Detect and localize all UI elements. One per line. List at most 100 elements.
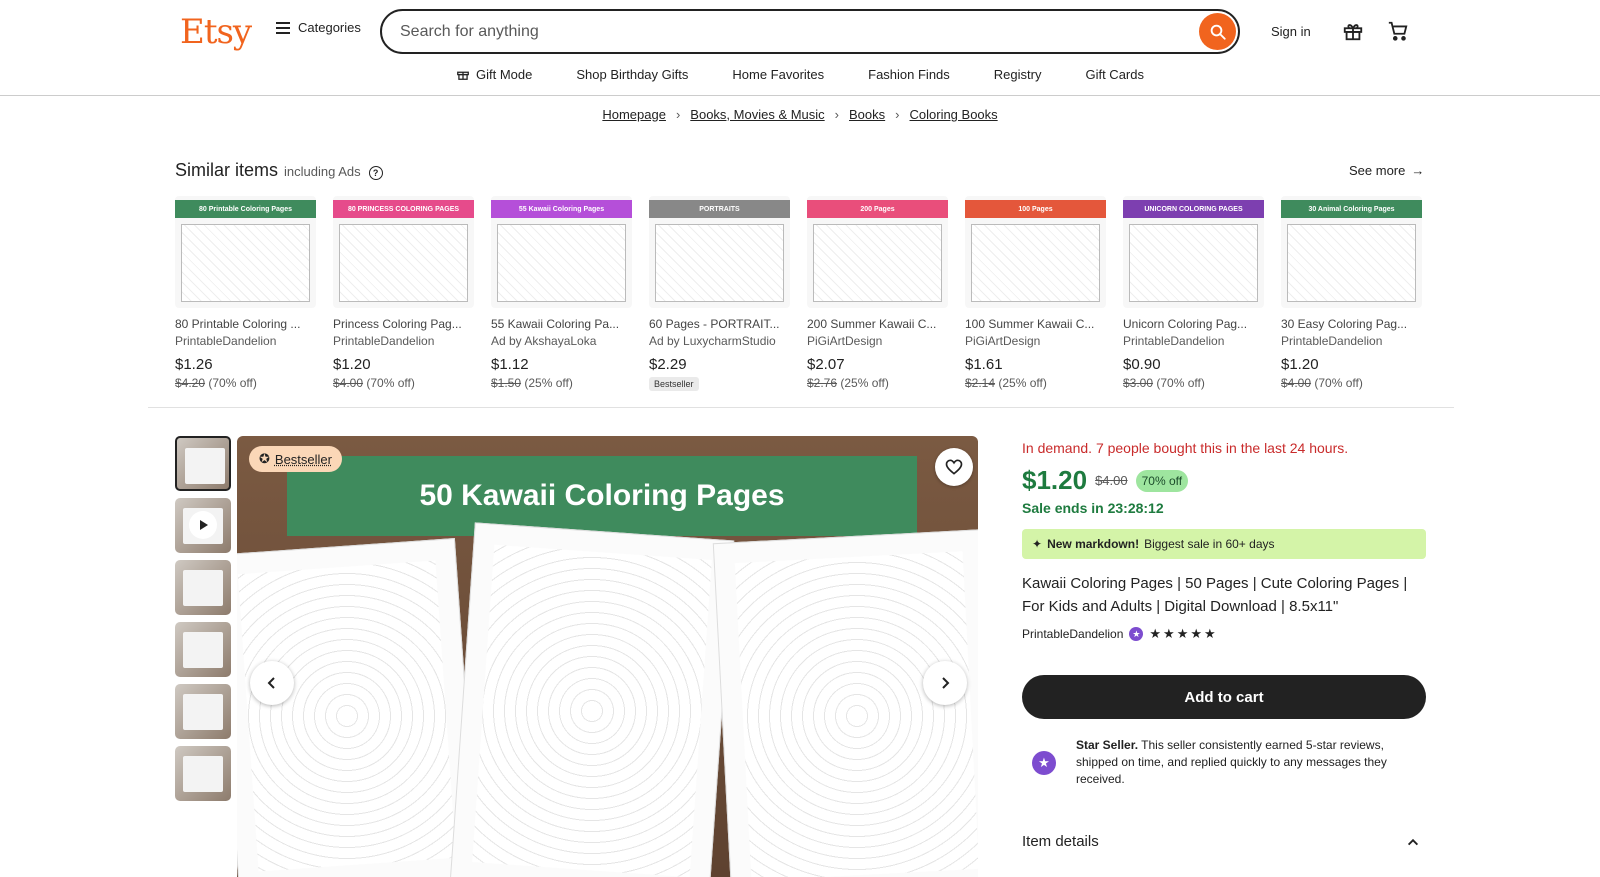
thumbnail-banner: 80 PRINCESS COLORING PAGES (333, 200, 474, 218)
previous-image-button[interactable] (250, 661, 294, 705)
star-seller-icon: ★ (1129, 627, 1144, 641)
similar-item-name[interactable]: Princess Coloring Pag... (333, 317, 474, 331)
video-thumbnail[interactable] (175, 498, 231, 553)
search-input[interactable] (382, 22, 1238, 41)
similar-item-card[interactable]: 200 Pages 200 Summer Kawaii C... PiGiArtDe… (807, 196, 948, 392)
thumbnail[interactable] (175, 684, 231, 739)
rating-stars[interactable]: ★★★★★ (1149, 626, 1217, 642)
help-icon[interactable]: ? (368, 166, 383, 180)
similar-item-image[interactable]: UNICORN COLORING PAGES (1123, 196, 1264, 308)
bestseller-badge[interactable]: ✪ Bestseller (249, 446, 342, 472)
similar-item-price: $1.20 (1281, 356, 1319, 373)
main-product-image[interactable]: 50 Kawaii Coloring Pages ✪ Bestseller (237, 436, 978, 877)
search-button[interactable] (1199, 13, 1236, 50)
similar-items-list: 80 Printable Coloring Pages 80 Printable … (175, 196, 1422, 392)
discount-text: (25% off) (524, 376, 573, 390)
discount-text: (70% off) (1156, 376, 1205, 390)
similar-item-card[interactable]: 100 Pages 100 Summer Kawaii C... PiGiArtDe… (965, 196, 1106, 392)
gift-icon[interactable] (1342, 20, 1364, 47)
thumbnail[interactable] (175, 560, 231, 615)
similar-item-name[interactable]: 30 Easy Coloring Pag... (1281, 317, 1422, 331)
price-row: $1.20 $4.00 70% off (1022, 465, 1426, 496)
similar-item-name[interactable]: 100 Summer Kawaii C... (965, 317, 1106, 331)
cart-icon[interactable] (1386, 20, 1410, 47)
similar-item-price: $1.26 (175, 356, 213, 373)
similar-item-name[interactable]: 80 Printable Coloring ... (175, 317, 316, 331)
thumbnail-art (497, 224, 626, 302)
etsy-logo[interactable]: Etsy (180, 12, 252, 52)
nav-gift-mode[interactable]: Gift Mode (456, 66, 532, 82)
discount-text: (70% off) (1314, 376, 1363, 390)
similar-item-shop: PrintableDandelion (1123, 334, 1225, 348)
breadcrumb-books[interactable]: Books (849, 107, 885, 122)
breadcrumb-homepage[interactable]: Homepage (602, 107, 666, 122)
sign-in-link[interactable]: Sign in (1271, 24, 1311, 39)
breadcrumb: Homepage › Books, Movies & Music › Books… (0, 107, 1600, 122)
thumbnail-banner: 30 Animal Coloring Pages (1281, 200, 1422, 218)
thumbnail-banner: PORTRAITS (649, 200, 790, 218)
similar-item-image[interactable]: PORTRAITS (649, 196, 790, 308)
thumbnail-art (339, 224, 468, 302)
nav-birthday-gifts[interactable]: Shop Birthday Gifts (576, 66, 688, 82)
thumbnail[interactable] (175, 746, 231, 801)
breadcrumb-coloring-books[interactable]: Coloring Books (910, 107, 998, 122)
nav-gift-cards[interactable]: Gift Cards (1085, 66, 1144, 82)
similar-item-image[interactable]: 100 Pages (965, 196, 1106, 308)
breadcrumb-books-movies-music[interactable]: Books, Movies & Music (690, 107, 824, 122)
shop-name-link[interactable]: PrintableDandelion (1022, 627, 1123, 641)
similar-item-shop: PiGiArtDesign (807, 334, 883, 348)
original-price: $4.20 (175, 376, 206, 390)
thumbnail-art (181, 224, 310, 302)
star-seller-icon: ★ (1032, 750, 1056, 775)
thumbnail-art (971, 224, 1100, 302)
thumbnail[interactable] (175, 622, 231, 677)
similar-item-price: $2.07 (807, 356, 845, 373)
original-price: $4.00 (1095, 473, 1128, 488)
discount-text: (70% off) (208, 376, 257, 390)
nav-label: Shop Birthday Gifts (576, 66, 689, 82)
similar-item-name[interactable]: 200 Summer Kawaii C... (807, 317, 948, 331)
arrow-right-icon: → (1411, 163, 1425, 178)
similar-item-image[interactable]: 80 Printable Coloring Pages (175, 196, 316, 308)
item-details-toggle[interactable]: Item details (1022, 833, 1426, 850)
next-image-button[interactable] (923, 661, 967, 705)
similar-item-name[interactable]: Unicorn Coloring Pag... (1123, 317, 1264, 331)
similar-item-card[interactable]: 55 Kawaii Coloring Pages 55 Kawaii Colori… (491, 196, 632, 392)
nav-registry[interactable]: Registry (994, 66, 1042, 82)
sparkle-icon: ✦ (1032, 537, 1043, 551)
similar-item-shop: Ad by LuxycharmStudio (649, 334, 776, 348)
similar-item-price: $1.20 (333, 356, 371, 373)
similar-item-card[interactable]: 80 Printable Coloring Pages 80 Printable … (175, 196, 316, 392)
thumbnail[interactable] (175, 436, 231, 491)
similar-item-card[interactable]: 80 PRINCESS COLORING PAGES Princess Color… (333, 196, 474, 392)
favorite-button[interactable] (935, 448, 973, 486)
thumbnail-banner: UNICORN COLORING PAGES (1123, 200, 1264, 218)
nav-fashion-finds[interactable]: Fashion Finds (868, 66, 950, 82)
gift-icon (457, 71, 469, 80)
similar-item-name[interactable]: 60 Pages - PORTRAIT... (649, 317, 790, 331)
see-more-link[interactable]: See more → (1349, 163, 1424, 178)
thumbnail-banner: 80 Printable Coloring Pages (175, 200, 316, 218)
similar-item-card[interactable]: UNICORN COLORING PAGES Unicorn Coloring P… (1123, 196, 1264, 392)
similar-item-original: $2.14 (25% off) (965, 376, 1106, 390)
categories-label: Categories (298, 20, 361, 35)
similar-item-price: $1.12 (491, 356, 529, 373)
nav-label: Fashion Finds (868, 66, 950, 82)
chevron-left-icon (267, 677, 275, 689)
categories-button[interactable]: Categories (276, 20, 361, 35)
similar-item-name[interactable]: 55 Kawaii Coloring Pa... (491, 317, 632, 331)
thumbnail-art (1287, 224, 1416, 302)
thumbnail-banner: 55 Kawaii Coloring Pages (491, 200, 632, 218)
search-bar (380, 9, 1240, 54)
similar-item-original: $1.50 (25% off) (491, 376, 632, 390)
nav-label: Gift Mode (476, 66, 533, 82)
add-to-cart-button[interactable]: Add to cart (1022, 675, 1426, 719)
coloring-page (237, 538, 479, 877)
similar-item-image[interactable]: 200 Pages (807, 196, 948, 308)
nav-home-favorites[interactable]: Home Favorites (732, 66, 824, 82)
similar-item-image[interactable]: 80 PRINCESS COLORING PAGES (333, 196, 474, 308)
similar-item-image[interactable]: 30 Animal Coloring Pages (1281, 196, 1422, 308)
similar-item-card[interactable]: PORTRAITS 60 Pages - PORTRAIT... Ad by Lux… (649, 196, 790, 392)
similar-item-image[interactable]: 55 Kawaii Coloring Pages (491, 196, 632, 308)
similar-item-card[interactable]: 30 Animal Coloring Pages 30 Easy Coloring… (1281, 196, 1422, 392)
